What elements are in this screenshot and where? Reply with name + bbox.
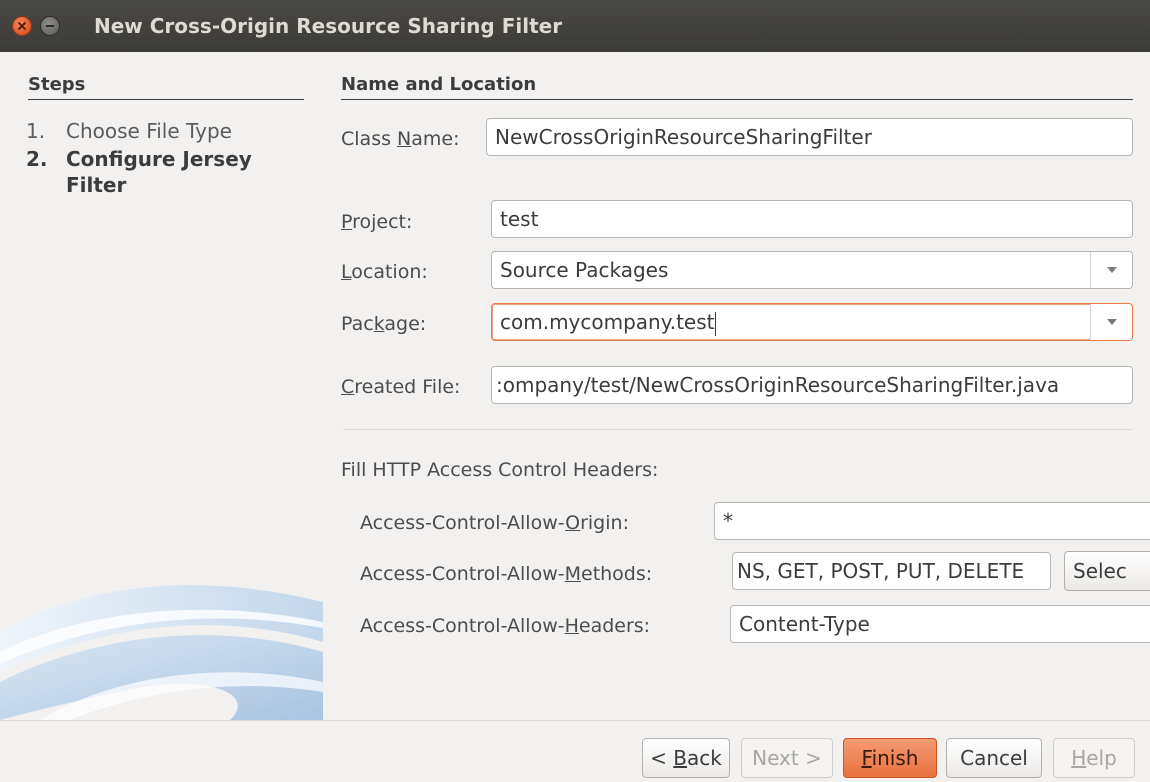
location-combo[interactable]: Source Packages — [491, 251, 1133, 289]
back-button[interactable]: < Back — [642, 738, 730, 778]
step-number: 2. — [26, 147, 48, 171]
step-item-choose-file-type: 1. Choose File Type — [26, 118, 232, 144]
class-name-label: Class Name: — [341, 128, 460, 150]
package-label: Package: — [341, 313, 427, 335]
step-label: Choose File Type — [66, 119, 232, 143]
select-methods-button[interactable]: Selec — [1064, 551, 1150, 591]
wizard-button-bar: < Back Next > Finish Cancel Help — [0, 720, 1150, 782]
package-combo[interactable]: com.mycompany.test — [491, 303, 1133, 341]
text-caret — [715, 311, 717, 336]
package-value[interactable]: com.mycompany.test — [500, 310, 714, 334]
help-button[interactable]: Help — [1053, 738, 1135, 778]
window-title: New Cross-Origin Resource Sharing Filter — [94, 14, 563, 38]
chevron-down-icon[interactable] — [1090, 252, 1132, 288]
allow-origin-field[interactable]: * — [714, 502, 1150, 540]
location-value: Source Packages — [500, 258, 669, 282]
separator — [343, 429, 1133, 430]
project-field: test — [491, 200, 1133, 238]
name-and-location-panel: Name and Location Class Name: NewCrossOr… — [323, 52, 1150, 720]
allow-headers-label: Access-Control-Allow-Headers: — [360, 615, 651, 637]
section-heading: Name and Location — [341, 74, 1133, 100]
created-file-field: :ompany/test/NewCrossOriginResourceShari… — [491, 366, 1133, 404]
chevron-down-icon[interactable] — [1090, 304, 1132, 340]
wizard-swoosh-graphic — [0, 585, 323, 720]
finish-button[interactable]: Finish — [843, 738, 937, 778]
minimize-icon[interactable] — [40, 16, 60, 36]
location-label: Location: — [341, 261, 428, 283]
window-titlebar: New Cross-Origin Resource Sharing Filter — [0, 0, 1150, 52]
step-label: Configure Jersey Filter — [66, 147, 252, 197]
allow-methods-field[interactable]: NS, GET, POST, PUT, DELETE — [732, 552, 1051, 590]
class-name-field[interactable]: NewCrossOriginResourceSharingFilter — [486, 118, 1133, 156]
allow-origin-label: Access-Control-Allow-Origin: — [360, 512, 629, 534]
created-file-label: Created File: — [341, 376, 461, 398]
headers-section-label: Fill HTTP Access Control Headers: — [341, 459, 659, 481]
step-number: 1. — [26, 119, 46, 143]
allow-headers-field[interactable]: Content-Type — [730, 605, 1150, 643]
close-icon[interactable] — [12, 16, 32, 36]
steps-heading: Steps — [28, 74, 304, 100]
allow-methods-label: Access-Control-Allow-Methods: — [360, 563, 653, 585]
cancel-button[interactable]: Cancel — [946, 738, 1042, 778]
step-item-configure-jersey-filter: 2. Configure Jersey Filter — [26, 146, 316, 198]
steps-panel: Steps 1. Choose File Type 2. Configure Jer… — [0, 52, 323, 720]
next-button[interactable]: Next > — [741, 738, 833, 778]
project-label: Project: — [341, 211, 413, 233]
